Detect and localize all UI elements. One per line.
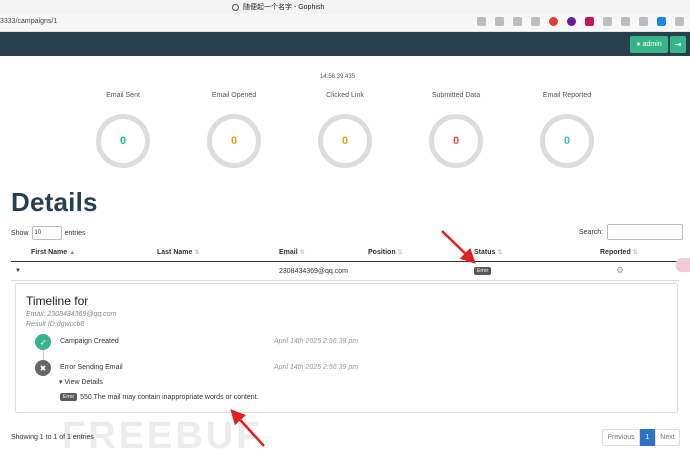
annotation-arrows: [230, 230, 476, 447]
arrow-to-error: [230, 409, 265, 447]
arrow-to-status: [441, 230, 476, 264]
